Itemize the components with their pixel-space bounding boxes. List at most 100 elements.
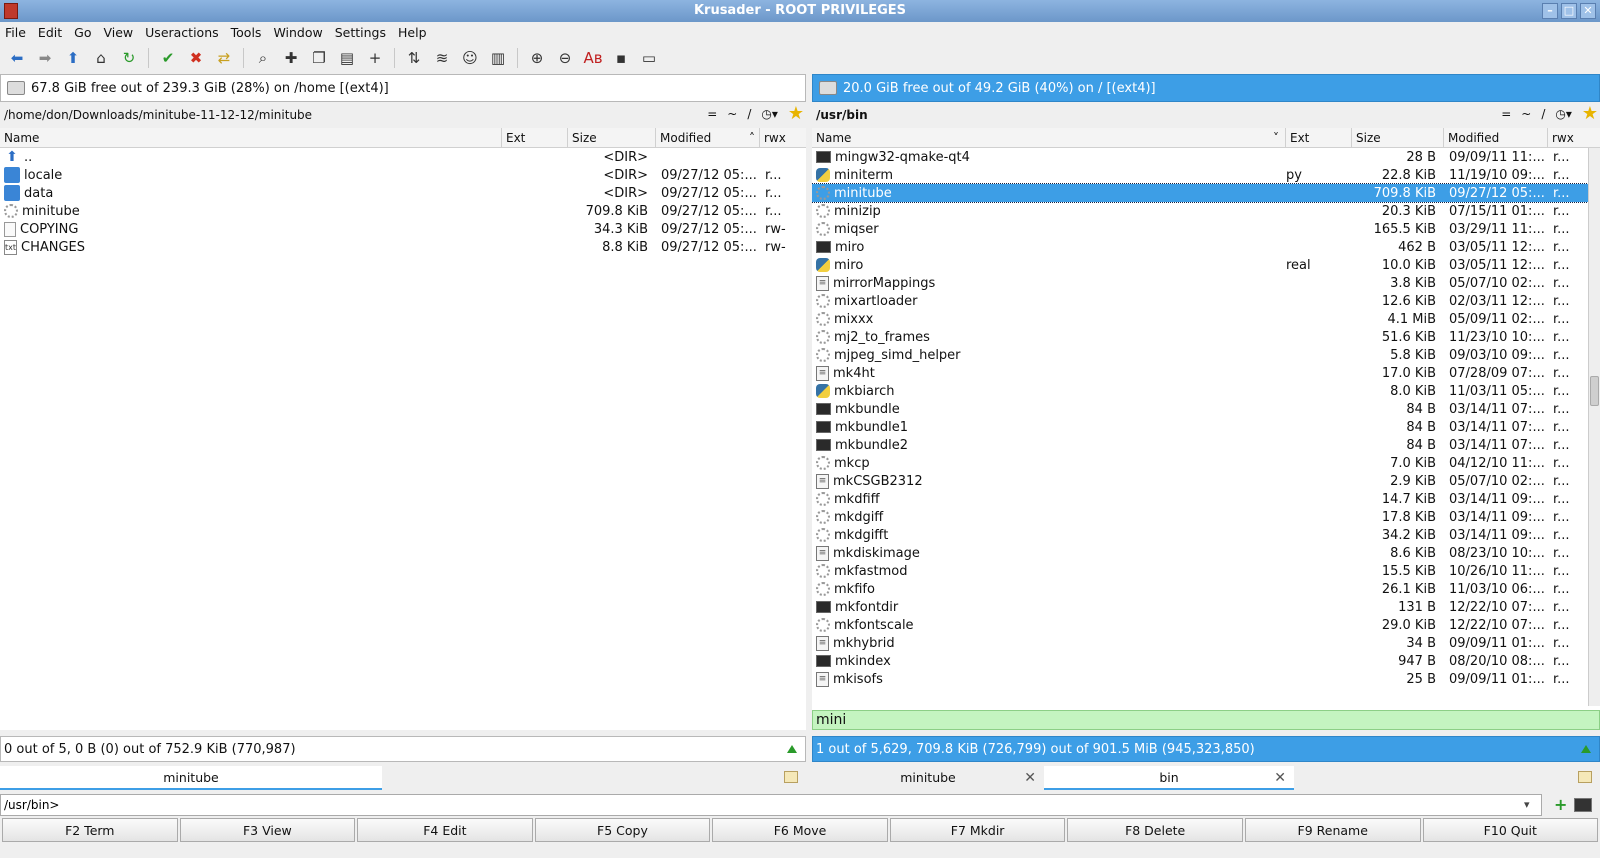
right-root-button[interactable]: / <box>1541 107 1545 121</box>
add-icon[interactable]: + <box>1554 795 1567 814</box>
new-file-icon[interactable]: ✚ <box>280 47 302 69</box>
right-col-rwx[interactable]: rwx <box>1548 128 1588 147</box>
home-icon[interactable]: ⌂ <box>90 47 112 69</box>
menu-view[interactable]: View <box>103 25 133 40</box>
refresh-icon[interactable]: ↻ <box>118 47 140 69</box>
quick-search-input[interactable]: mini <box>812 710 1600 730</box>
terminal-icon[interactable]: ▪ <box>610 47 632 69</box>
menu-file[interactable]: File <box>5 25 26 40</box>
right-home-button[interactable]: ~ <box>1521 107 1531 121</box>
close-tab-icon[interactable]: ✕ <box>1274 766 1286 790</box>
menu-window[interactable]: Window <box>273 25 322 40</box>
left-col-ext[interactable]: Ext <box>502 128 568 147</box>
list-item[interactable]: ≡ mkhybrid 34 B 09/09/11 01:... r... <box>812 634 1600 652</box>
list-item[interactable]: mkbundle 84 B 03/14/11 07:... r... <box>812 400 1600 418</box>
list-item[interactable]: miro 462 B 03/05/11 12:... r... <box>812 238 1600 256</box>
zoom-in-icon[interactable]: ⊕ <box>526 47 548 69</box>
chevron-down-icon[interactable]: ▾ <box>1524 798 1530 811</box>
list-item[interactable]: ≡ mkCSGB2312 2.9 KiB 05/07/10 02:... r... <box>812 472 1600 490</box>
fkey-quit-button[interactable]: F10 Quit <box>1422 818 1599 842</box>
menu-go[interactable]: Go <box>74 25 91 40</box>
right-tab-minitube[interactable]: minitube ✕ <box>812 766 1044 790</box>
right-scrollbar[interactable] <box>1588 148 1600 706</box>
paste-icon[interactable]: ▤ <box>336 47 358 69</box>
right-file-list[interactable]: mingw32-qmake-qt4 28 B 09/09/11 11:... r...… <box>812 148 1600 706</box>
list-item[interactable]: miqser 165.5 KiB 03/29/11 11:... r... <box>812 220 1600 238</box>
list-item[interactable]: minitube 709.8 KiB 09/27/12 05:... r... <box>812 183 1600 203</box>
list-item[interactable]: mingw32-qmake-qt4 28 B 09/09/11 11:... r... <box>812 148 1600 166</box>
menu-tools[interactable]: Tools <box>231 25 262 40</box>
menu-settings[interactable]: Settings <box>335 25 386 40</box>
right-col-name[interactable]: Name ˅ <box>812 128 1286 147</box>
list-item[interactable]: miro real 10.0 KiB 03/05/11 12:... r... <box>812 256 1600 274</box>
list-item[interactable]: mkbundle2 84 B 03/14/11 07:... r... <box>812 436 1600 454</box>
forward-icon[interactable]: ➡ <box>34 47 56 69</box>
copy-icon[interactable]: ❐ <box>308 47 330 69</box>
network-icon[interactable]: ⇅ <box>403 47 425 69</box>
up-icon[interactable]: ⬆ <box>62 47 84 69</box>
list-item[interactable]: mixxx 4.1 MiB 05/09/11 02:... r... <box>812 310 1600 328</box>
fkey-edit-button[interactable]: F4 Edit <box>357 818 533 842</box>
select-all-icon[interactable]: ✔ <box>157 47 179 69</box>
left-history-icon[interactable]: ◷▾ <box>761 107 778 121</box>
list-item[interactable]: mkdfiff 14.7 KiB 03/14/11 09:... r... <box>812 490 1600 508</box>
right-col-size[interactable]: Size <box>1352 128 1444 147</box>
close-icon[interactable]: ✕ <box>1580 3 1596 19</box>
right-bookmarks-star-icon[interactable]: ★ <box>1582 105 1598 123</box>
search-icon[interactable]: ⌕ <box>252 47 274 69</box>
fkey-rename-button[interactable]: F9 Rename <box>1244 818 1421 842</box>
list-item[interactable]: ≡ mkdiskimage 8.6 KiB 08/23/10 10:... r... <box>812 544 1600 562</box>
folder-tree-icon[interactable]: ▭ <box>638 47 660 69</box>
list-item[interactable]: mkfastmod 15.5 KiB 10/26/10 11:... r... <box>812 562 1600 580</box>
back-icon[interactable]: ⬅ <box>6 47 28 69</box>
list-item[interactable]: COPYING 34.3 KiB 09/27/12 05:... rw- <box>0 220 806 238</box>
left-bookmarks-star-icon[interactable]: ★ <box>788 105 804 123</box>
minimize-icon[interactable]: – <box>1542 3 1558 19</box>
list-item[interactable]: locale <DIR> 09/27/12 05:... r... <box>0 166 806 184</box>
left-tab-minitube[interactable]: minitube <box>0 766 382 790</box>
list-item[interactable]: mkbiarch 8.0 KiB 11/03/11 05:... r... <box>812 382 1600 400</box>
menu-useractions[interactable]: Useractions <box>145 25 218 40</box>
list-item[interactable]: mkdgifft 34.2 KiB 03/14/11 09:... r... <box>812 526 1600 544</box>
fkey-copy-button[interactable]: F5 Copy <box>534 818 711 842</box>
right-path-bar[interactable]: /usr/bin = ~ / ◷▾ ★ <box>812 102 1600 128</box>
list-item[interactable]: minizip 20.3 KiB 07/15/11 01:... r... <box>812 202 1600 220</box>
right-freespace-bar[interactable]: 20.0 GiB free out of 49.2 GiB (40%) on /… <box>812 74 1600 102</box>
list-item[interactable]: mkindex 947 B 08/20/10 08:... r... <box>812 652 1600 670</box>
list-item[interactable]: ⬆.. <DIR> <box>0 148 806 166</box>
clipboard-icon[interactable]: ▥ <box>487 47 509 69</box>
user-icon[interactable]: ☺ <box>459 47 481 69</box>
list-item[interactable]: miniterm py 22.8 KiB 11/19/10 09:... r... <box>812 166 1600 184</box>
list-item[interactable]: data <DIR> 09/27/12 05:... r... <box>0 184 806 202</box>
terminal-icon[interactable] <box>1574 798 1592 812</box>
list-item[interactable]: mixartloader 12.6 KiB 02/03/11 12:... r... <box>812 292 1600 310</box>
list-item[interactable]: mkfifo 26.1 KiB 11/03/10 06:... r... <box>812 580 1600 598</box>
close-tab-icon[interactable]: ✕ <box>1024 766 1036 790</box>
invert-selection-icon[interactable]: ⇄ <box>213 47 235 69</box>
fkey-delete-button[interactable]: F8 Delete <box>1067 818 1243 842</box>
right-history-icon[interactable]: ◷▾ <box>1555 107 1572 121</box>
menu-edit[interactable]: Edit <box>38 25 62 40</box>
scrollbar-thumb[interactable] <box>1590 376 1599 406</box>
list-item[interactable]: mj2_to_frames 51.6 KiB 11/23/10 10:... r... <box>812 328 1600 346</box>
list-item[interactable]: mkdgiff 17.8 KiB 03/14/11 09:... r... <box>812 508 1600 526</box>
command-line-input[interactable] <box>0 794 1542 816</box>
spell-icon[interactable]: Aʙ <box>582 47 604 69</box>
fkey-move-button[interactable]: F6 Move <box>712 818 888 842</box>
new-tab-icon[interactable] <box>784 771 798 783</box>
fkey-mkdir-button[interactable]: F7 Mkdir <box>889 818 1066 842</box>
left-col-rwx[interactable]: rwx <box>760 128 806 147</box>
fkey-view-button[interactable]: F3 View <box>179 818 356 842</box>
compare-icon[interactable]: ≋ <box>431 47 453 69</box>
left-col-modified[interactable]: Modified ˄ <box>656 128 760 147</box>
left-col-name[interactable]: Name <box>0 128 502 147</box>
list-item[interactable]: ≡ mirrorMappings 3.8 KiB 05/07/10 02:... r..… <box>812 274 1600 292</box>
right-status-bar[interactable]: 1 out of 5,629, 709.8 KiB (726,799) out … <box>812 736 1600 762</box>
unselect-all-icon[interactable]: ✖ <box>185 47 207 69</box>
left-compare-button[interactable]: = <box>707 107 717 121</box>
list-item[interactable]: ≡ mkisofs 25 B 09/09/11 01:... r... <box>812 670 1600 688</box>
list-item[interactable]: txt CHANGES 8.8 KiB 09/27/12 05:... rw- <box>0 238 806 256</box>
list-item[interactable]: mkbundle1 84 B 03/14/11 07:... r... <box>812 418 1600 436</box>
totals-arrow-icon[interactable] <box>1581 745 1591 753</box>
zoom-out-icon[interactable]: ⊖ <box>554 47 576 69</box>
